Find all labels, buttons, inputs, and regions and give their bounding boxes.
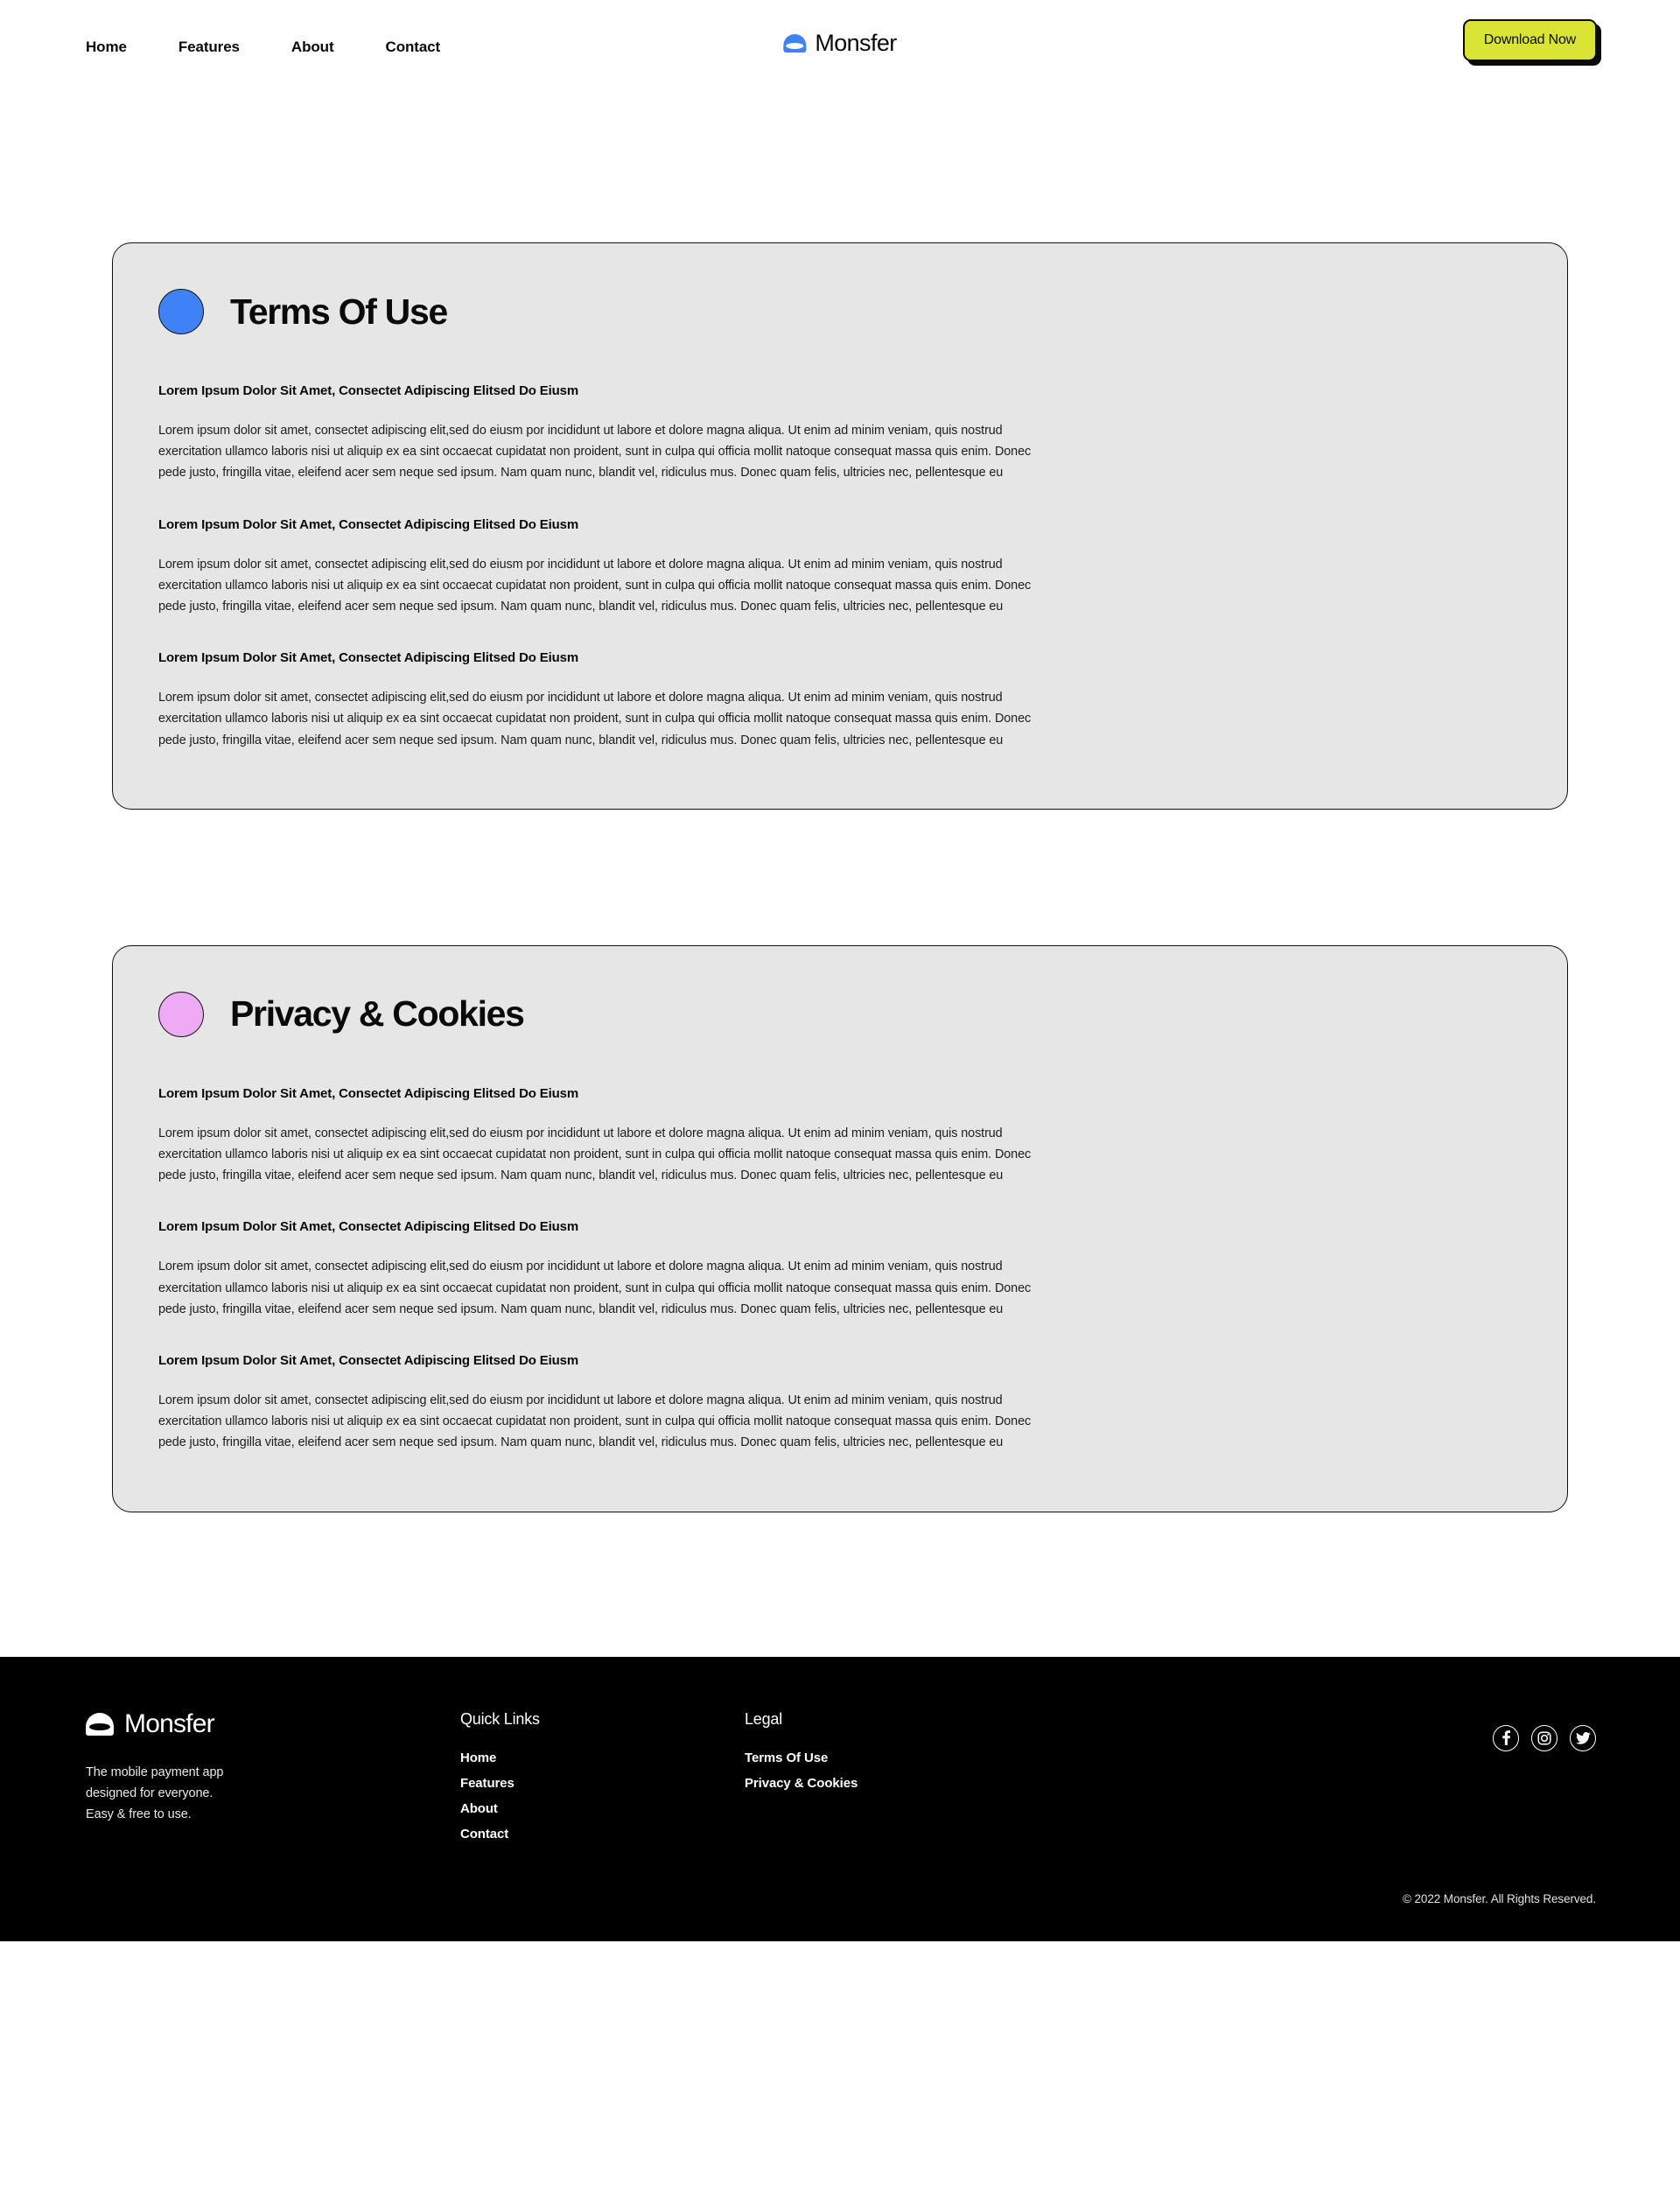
social-links [1493,1724,1596,1751]
block-body: Lorem ipsum dolor sit amet, consectet ad… [158,424,1032,481]
card-header-terms: Terms Of Use [157,289,1523,334]
card-title-privacy: Privacy & Cookies [230,993,525,1035]
footer-brand-column: Monsfer The mobile payment app designed … [86,1708,460,1825]
block-body: Lorem ipsum dolor sit amet, consectet ad… [158,557,1032,614]
block-heading: Lorem Ipsum Dolor Sit Amet, Consectet Ad… [158,516,579,532]
main-navigation: Home Features About Contact [86,39,492,56]
block-heading: Lorem Ipsum Dolor Sit Amet, Consectet Ad… [158,383,579,398]
download-now-button[interactable]: Download Now [1462,19,1597,61]
nav-item-contact[interactable]: Contact [386,39,441,56]
card-title-terms: Terms Of Use [230,291,448,332]
footer-tagline: The mobile payment app designed for ever… [86,1762,460,1825]
main-content: Terms Of Use Lorem Ipsum Dolor Sit Amet,… [0,95,1680,1657]
spacer-top [112,95,1568,242]
brand-logo[interactable]: Monsfer [783,30,897,56]
brand-name: Monsfer [815,30,897,56]
footer-column-title: Legal [745,1709,783,1728]
footer-brand-name: Monsfer [124,1708,215,1738]
nav-item-about[interactable]: About [291,39,334,56]
tagline-line-3: Easy & free to use. [86,1807,192,1821]
block-heading: Lorem Ipsum Dolor Sit Amet, Consectet Ad… [158,1085,579,1101]
privacy-dot-icon [158,991,204,1037]
footer-column-title: Quick Links [460,1709,540,1728]
site-footer: Monsfer The mobile payment app designed … [0,1656,1680,1941]
footer-quick-links-column: Quick Links Home Features About Contact [460,1711,745,1852]
monsfer-dome-icon [86,1712,114,1736]
footer-link-terms-of-use[interactable]: Terms Of Use [745,1750,1112,1765]
legal-block: Lorem Ipsum Dolor Sit Amet, Consectet Ad… [157,1086,1523,1187]
block-body: Lorem ipsum dolor sit amet, consectet ad… [158,1126,1032,1183]
nav-item-features[interactable]: Features [178,39,240,56]
footer-link-about[interactable]: About [460,1801,745,1816]
legal-block: Lorem Ipsum Dolor Sit Amet, Consectet Ad… [157,517,1523,618]
site-header: Home Features About Contact Monsfer Down… [0,0,1680,95]
block-body: Lorem ipsum dolor sit amet, consectet ad… [158,1393,1032,1450]
legal-block: Lorem Ipsum Dolor Sit Amet, Consectet Ad… [157,1219,1523,1320]
block-heading: Lorem Ipsum Dolor Sit Amet, Consectet Ad… [158,1353,579,1369]
terms-of-use-card: Terms Of Use Lorem Ipsum Dolor Sit Amet,… [112,242,1568,810]
footer-link-privacy-cookies[interactable]: Privacy & Cookies [745,1776,1112,1791]
spacer-between-cards [112,810,1568,945]
footer-columns: Monsfer The mobile payment app designed … [86,1708,1594,1852]
instagram-icon[interactable] [1531,1724,1558,1751]
footer-logo[interactable]: Monsfer [86,1708,460,1738]
nav-item-home[interactable]: Home [86,39,127,56]
privacy-cookies-card: Privacy & Cookies Lorem Ipsum Dolor Sit … [112,944,1568,1512]
legal-block: Lorem Ipsum Dolor Sit Amet, Consectet Ad… [157,1353,1523,1454]
tagline-line-1: The mobile payment app [86,1765,224,1779]
block-body: Lorem ipsum dolor sit amet, consectet ad… [158,691,1032,747]
spacer-bottom [112,1512,1568,1657]
terms-dot-icon [158,289,204,334]
footer-link-contact[interactable]: Contact [460,1827,745,1842]
block-heading: Lorem Ipsum Dolor Sit Amet, Consectet Ad… [158,1219,579,1235]
block-heading: Lorem Ipsum Dolor Sit Amet, Consectet Ad… [158,650,579,666]
tagline-line-2: designed for everyone. [86,1786,214,1800]
copyright-text: © 2022 Monsfer. All Rights Reserved. [1403,1891,1596,1905]
legal-block: Lorem Ipsum Dolor Sit Amet, Consectet Ad… [157,383,1523,484]
card-header-privacy: Privacy & Cookies [157,991,1523,1037]
block-body: Lorem ipsum dolor sit amet, consectet ad… [158,1259,1032,1316]
monsfer-dome-icon [783,34,807,53]
facebook-icon[interactable] [1493,1724,1519,1751]
footer-link-home[interactable]: Home [460,1750,745,1765]
footer-legal-column: Legal Terms Of Use Privacy & Cookies [745,1711,1112,1801]
legal-block: Lorem Ipsum Dolor Sit Amet, Consectet Ad… [157,650,1523,751]
footer-link-features[interactable]: Features [460,1776,745,1791]
twitter-icon[interactable] [1570,1724,1596,1751]
